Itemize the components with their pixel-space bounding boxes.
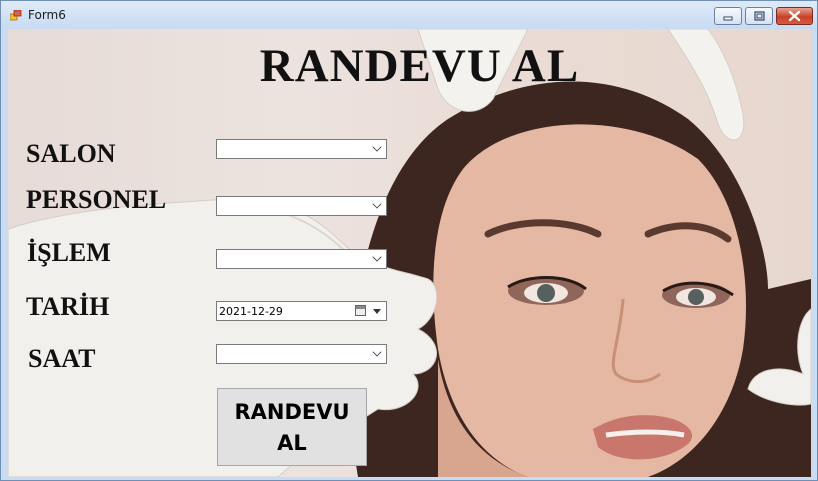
- window-title: Form6: [28, 8, 66, 22]
- salon-combobox[interactable]: [216, 139, 387, 159]
- page-heading: RANDEVU AL: [259, 40, 580, 92]
- close-button[interactable]: [776, 7, 813, 25]
- form6-window: Form6 RANDEVU AL SALON PERSONEL İŞLEM TA…: [0, 0, 818, 481]
- chevron-down-icon[interactable]: [372, 347, 382, 357]
- background-image: [8, 29, 811, 477]
- personel-combobox[interactable]: [216, 196, 387, 216]
- randevu-al-button[interactable]: RANDEVU AL: [217, 388, 367, 466]
- islem-label: İŞLEM: [27, 238, 111, 267]
- title-bar[interactable]: Form6: [1, 1, 817, 29]
- calendar-icon[interactable]: [355, 305, 366, 316]
- maximize-button[interactable]: [745, 7, 773, 25]
- form-client-area: RANDEVU AL SALON PERSONEL İŞLEM TARİH SA…: [8, 29, 811, 477]
- tarih-label: TARİH: [26, 292, 110, 321]
- form-app-icon: [10, 10, 22, 21]
- chevron-down-icon[interactable]: [373, 309, 381, 314]
- chevron-down-icon[interactable]: [372, 199, 382, 209]
- minimize-icon: [723, 16, 733, 21]
- salon-label: SALON: [26, 139, 116, 168]
- saat-label: SAAT: [28, 344, 96, 373]
- close-icon: [788, 10, 801, 22]
- chevron-down-icon[interactable]: [372, 252, 382, 262]
- saat-combobox[interactable]: [216, 344, 387, 364]
- islem-combobox[interactable]: [216, 249, 387, 269]
- tarih-value: 2021-12-29: [219, 305, 283, 318]
- maximize-icon: [754, 11, 765, 21]
- personel-label: PERSONEL: [26, 185, 167, 214]
- minimize-button[interactable]: [714, 7, 742, 25]
- chevron-down-icon[interactable]: [372, 142, 382, 152]
- button-line-2: AL: [277, 431, 307, 455]
- button-line-1: RANDEVU: [234, 400, 350, 424]
- tarih-date-picker[interactable]: 2021-12-29: [216, 301, 387, 321]
